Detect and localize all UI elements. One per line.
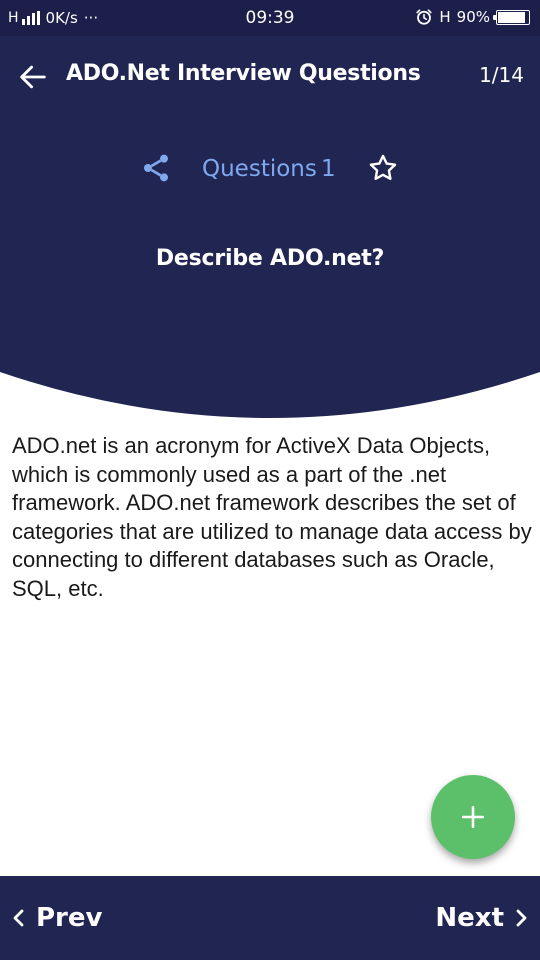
question-number: 1 [321,156,336,182]
question-text: Describe ADO.net? [155,246,385,271]
question-counter: 1/14 [479,63,524,87]
arrow-left-icon [20,65,46,89]
prev-label: Prev [36,903,103,933]
header-curve [0,372,540,420]
bookmark-button[interactable] [366,151,400,185]
network-type-indicator: H [439,8,451,26]
share-button[interactable] [140,152,172,184]
next-button[interactable]: Next [435,898,528,938]
battery-fill [498,11,525,23]
back-button[interactable] [16,60,50,94]
answer-text: ADO.net is an acronym for ActiveX Data O… [12,433,532,601]
plus-icon [461,805,485,829]
question-label: Questions [202,156,317,182]
app-bar: ADO.Net Interview Questions 1/14 [0,36,540,116]
star-outline-icon [369,154,397,180]
status-right: H 90% [415,8,530,26]
prev-button[interactable]: Prev [12,898,102,938]
page-title: ADO.Net Interview Questions [66,61,421,86]
share-icon [144,154,168,182]
chevron-right-icon [516,909,527,927]
chevron-left-icon [13,909,24,927]
question-toolbar: Questions 1 [0,148,540,188]
battery-percent: 90% [456,8,490,26]
alarm-icon [416,9,432,25]
status-bar: H 0K/s ··· 09:39 H 90% [0,0,540,36]
question-header: ADO.Net Interview Questions 1/14 Questio… [0,36,540,420]
next-label: Next [435,903,504,933]
add-button[interactable] [431,775,515,859]
bottom-navigation: Prev Next [0,876,540,960]
battery-icon [493,9,530,25]
